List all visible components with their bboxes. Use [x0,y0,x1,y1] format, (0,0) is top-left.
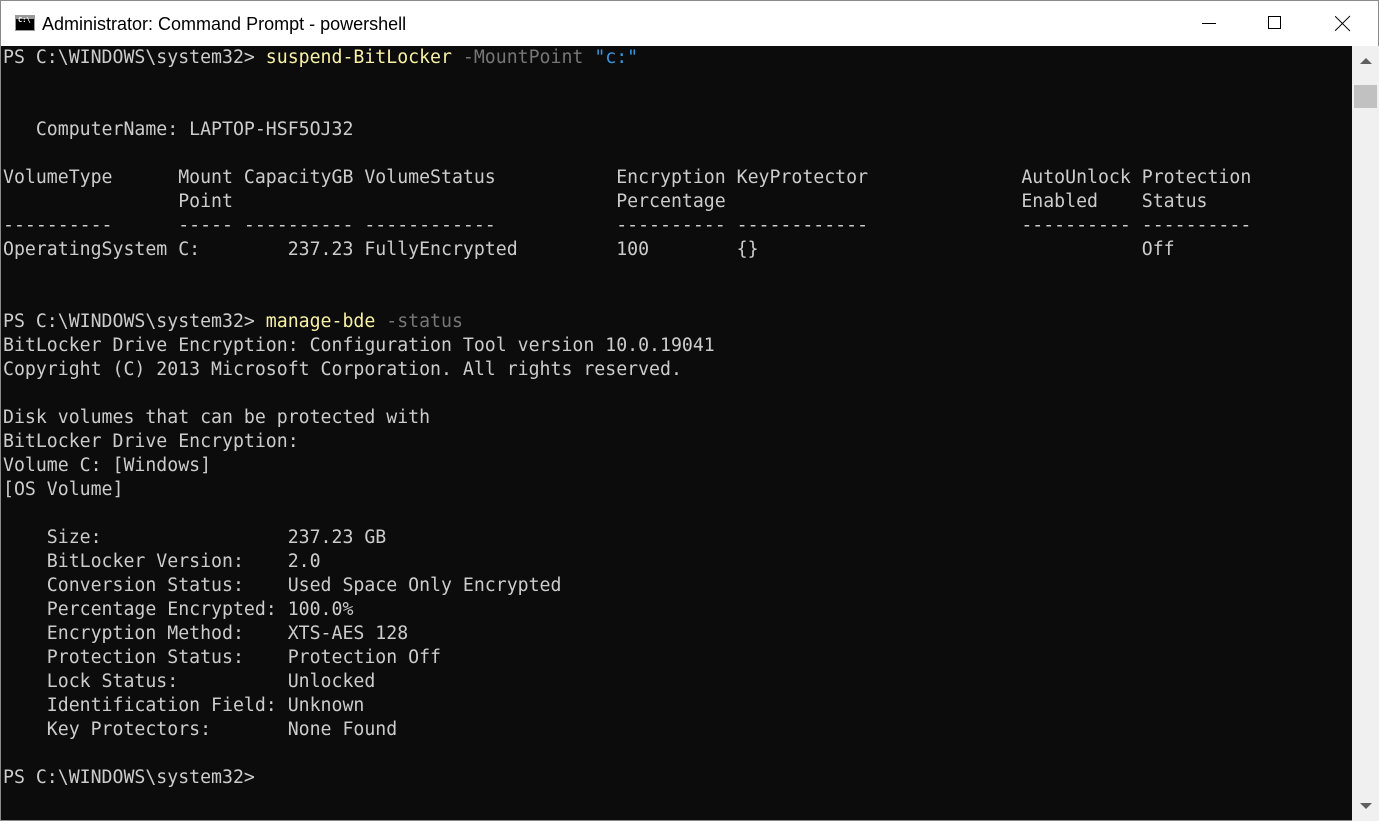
status-conversion: Conversion Status: Used Space Only Encry… [3,575,562,596]
volume-line: Volume C: [Windows] [3,455,212,476]
command-name: suspend-BitLocker [265,47,452,68]
table-header-row-2: Point Percentage Enabled Status [3,191,1208,212]
status-percentage-encrypted: Percentage Encrypted: 100.0% [3,599,354,620]
status-identification-field: Identification Field: Unknown [3,695,365,716]
prompt: PS C:\WINDOWS\system32> [3,311,266,332]
minimize-icon [1202,23,1216,24]
command-argument: "c:" [594,47,639,68]
close-icon [1335,15,1351,31]
prompt: PS C:\WINDOWS\system32> [3,47,266,68]
status-bitlocker-version: BitLocker Version: 2.0 [3,551,321,572]
disk-volumes-line-2: BitLocker Drive Encryption: [3,431,299,452]
command-line-3[interactable]: PS C:\WINDOWS\system32> [3,766,255,790]
window-title: Administrator: Command Prompt - powershe… [42,14,407,34]
command-line-1: PS C:\WINDOWS\system32> suspend-BitLocke… [3,46,638,70]
command-name: manage-bde [265,311,376,332]
status-protection: Protection Status: Protection Off [3,647,441,668]
table-separator: ---------- ----- ---------- ------------… [3,215,1252,236]
command-line-2: PS C:\WINDOWS\system32> manage-bde -stat… [3,310,463,334]
maximize-icon [1268,16,1281,29]
computer-name-line: ComputerName: LAPTOP-HSF5OJ32 [3,119,354,140]
disk-volumes-line-1: Disk volumes that can be protected with [3,407,431,428]
os-volume-line: [OS Volume] [3,479,124,500]
close-button[interactable] [1307,1,1377,46]
minimize-button[interactable] [1173,1,1243,46]
status-encryption-method: Encryption Method: XTS-AES 128 [3,623,409,644]
status-key-protectors: Key Protectors: None Found [3,719,398,740]
table-row: OperatingSystem C: 237.23 FullyEncrypted… [3,239,1175,260]
command-parameter: -MountPoint [451,47,595,68]
scroll-up-arrow-icon[interactable] [1352,46,1379,74]
table-header-row-1: VolumeType Mount CapacityGB VolumeStatus… [3,167,1252,188]
scrollbar-thumb[interactable] [1354,85,1377,108]
scroll-down-arrow-icon[interactable] [1352,793,1379,821]
maximize-button[interactable] [1239,1,1309,46]
vertical-scrollbar[interactable] [1352,46,1379,821]
console-window: C:\ Administrator: Command Prompt - powe… [0,0,1379,821]
status-lock: Lock Status: Unlocked [3,671,376,692]
title-bar[interactable]: C:\ Administrator: Command Prompt - powe… [1,1,1378,46]
tool-version-line: BitLocker Drive Encryption: Configuratio… [3,335,715,356]
console-output[interactable]: PS C:\WINDOWS\system32> suspend-BitLocke… [2,46,1352,821]
command-parameter: -status [375,311,463,332]
copyright-line: Copyright (C) 2013 Microsoft Corporation… [3,359,682,380]
status-size: Size: 237.23 GB [3,527,387,548]
cmd-console-icon[interactable]: C:\ [15,15,35,31]
